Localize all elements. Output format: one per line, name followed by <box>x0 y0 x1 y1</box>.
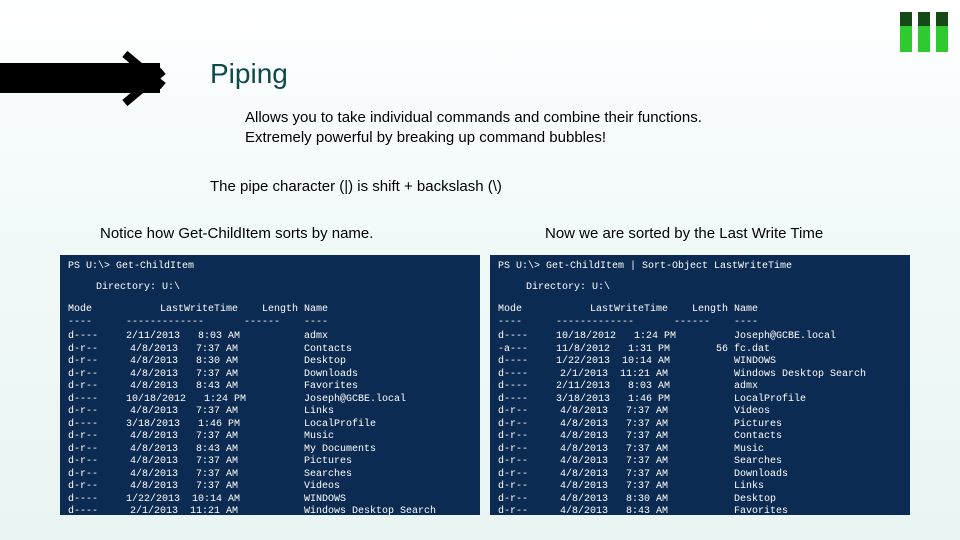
table-row: -a---11/8/2012 1:31 PM56fc.dat <box>498 344 902 357</box>
table-row: d-r--4/8/2013 7:37 AMMusic <box>68 431 472 444</box>
table-separator: --------------------------- <box>68 317 472 330</box>
table-row: d-r--4/8/2013 7:37 AMLinks <box>498 481 902 494</box>
pipe-char-note: The pipe character (|) is shift + backsl… <box>210 178 502 195</box>
table-row: d----3/18/2013 1:46 PMLocalProfile <box>68 419 472 432</box>
slide-title: Piping <box>210 58 288 90</box>
table-row: d-r--4/8/2013 7:37 AMSearches <box>498 456 902 469</box>
table-row: d----2/1/2013 11:21 AMWindows Desktop Se… <box>498 369 902 382</box>
chevron-icon <box>115 52 175 102</box>
table-header: ModeLastWriteTimeLengthName <box>498 304 902 317</box>
table-row: d----1/22/2013 10:14 AMWINDOWS <box>498 356 902 369</box>
table-row: d-r--4/8/2013 8:30 AMDesktop <box>498 494 902 507</box>
table-row: d-r--4/8/2013 7:37 AMDownloads <box>498 469 902 482</box>
table-row: d-r--4/8/2013 7:37 AMContacts <box>68 344 472 357</box>
right-column-heading: Now we are sorted by the Last Write Time <box>545 225 823 242</box>
terminal-right: PS U:\> Get-ChildItem | Sort-Object Last… <box>490 255 910 515</box>
table-row: d-r--4/8/2013 8:43 AMFavorites <box>68 381 472 394</box>
table-row: d----10/18/2012 1:24 PMJoseph@GCBE.local <box>498 331 902 344</box>
terminal-prompt: PS U:\> Get-ChildItem <box>68 261 472 274</box>
table-row: d-r--4/8/2013 7:37 AMVideos <box>498 406 902 419</box>
table-row: d----3/18/2013 1:46 PMLocalProfile <box>498 394 902 407</box>
table-row: d-r--4/8/2013 8:43 AMFavorites <box>498 506 902 515</box>
intro-line-1: Allows you to take individual commands a… <box>245 108 865 128</box>
terminal-directory: Directory: U:\ <box>498 282 902 295</box>
table-row: d-r--4/8/2013 7:37 AMLinks <box>68 406 472 419</box>
corner-decoration <box>900 12 948 52</box>
terminal-left: PS U:\> Get-ChildItem Directory: U:\ ModeL… <box>60 255 480 515</box>
table-row: d-r--4/8/2013 7:37 AMMusic <box>498 444 902 457</box>
table-row: d-r--4/8/2013 7:37 AMContacts <box>498 431 902 444</box>
table-row: d-r--4/8/2013 8:30 AMDesktop <box>68 356 472 369</box>
table-header: ModeLastWriteTimeLengthName <box>68 304 472 317</box>
table-row: d----2/11/2013 8:03 AMadmx <box>498 381 902 394</box>
table-row: d----1/22/2013 10:14 AMWINDOWS <box>68 494 472 507</box>
intro-line-2: Extremely powerful by breaking up comman… <box>245 128 865 148</box>
left-column-heading: Notice how Get-ChildItem sorts by name. <box>100 225 373 242</box>
table-row: d-r--4/8/2013 8:43 AMMy Documents <box>68 444 472 457</box>
table-row: d----10/18/2012 1:24 PMJoseph@GCBE.local <box>68 394 472 407</box>
terminal-prompt: PS U:\> Get-ChildItem | Sort-Object Last… <box>498 261 902 274</box>
table-separator: --------------------------- <box>498 317 902 330</box>
table-row: d----2/11/2013 8:03 AMadmx <box>68 331 472 344</box>
table-row: d----2/1/2013 11:21 AMWindows Desktop Se… <box>68 506 472 515</box>
intro-text: Allows you to take individual commands a… <box>245 108 865 149</box>
terminal-directory: Directory: U:\ <box>68 282 472 295</box>
table-row: d-r--4/8/2013 7:37 AMSearches <box>68 469 472 482</box>
table-row: d-r--4/8/2013 7:37 AMVideos <box>68 481 472 494</box>
table-row: d-r--4/8/2013 7:37 AMPictures <box>68 456 472 469</box>
table-row: d-r--4/8/2013 7:37 AMDownloads <box>68 369 472 382</box>
table-row: d-r--4/8/2013 7:37 AMPictures <box>498 419 902 432</box>
